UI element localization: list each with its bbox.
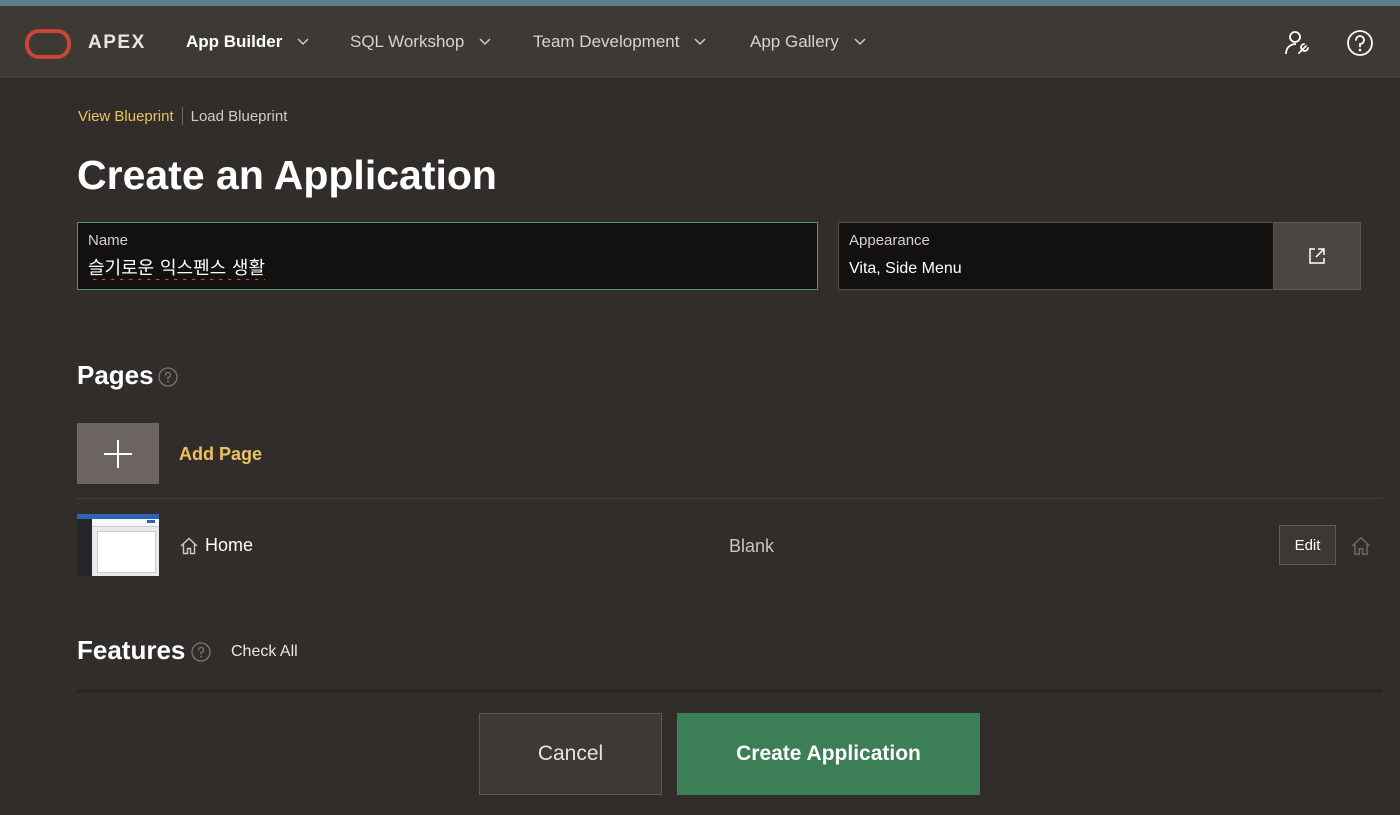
name-label: Name (88, 232, 129, 249)
plus-icon (104, 439, 132, 468)
footer-divider (77, 689, 1382, 693)
create-application-button[interactable]: Create Application (677, 713, 980, 795)
cancel-button[interactable]: Cancel (479, 713, 662, 795)
appearance-value: Vita, Side Menu (849, 260, 962, 277)
add-page-link[interactable]: Add Page (179, 444, 262, 465)
help-circle-icon[interactable] (1345, 28, 1375, 58)
name-field: Name (77, 222, 818, 290)
chevron-down-icon (479, 38, 491, 46)
page-title: Create an Application (77, 152, 497, 198)
check-all-link[interactable]: Check All (231, 643, 298, 661)
page-row-home[interactable]: Home (179, 535, 253, 556)
nav-team-development-label: Team Development (533, 32, 680, 51)
appearance-field[interactable]: Appearance Vita, Side Menu (838, 222, 1274, 290)
chevron-down-icon (694, 38, 706, 46)
divider (77, 498, 1382, 499)
page-thumbnail[interactable] (77, 514, 159, 576)
add-page-button[interactable] (77, 423, 159, 484)
set-home-icon[interactable] (1350, 535, 1372, 557)
blueprint-links: View Blueprint Load Blueprint (78, 107, 287, 125)
link-separator (181, 107, 183, 125)
home-icon (180, 537, 198, 554)
nav-team-development[interactable]: Team Development (533, 32, 707, 52)
nav-app-gallery[interactable]: App Gallery (750, 32, 867, 52)
pages-help-icon[interactable] (158, 367, 178, 387)
appearance-open-button[interactable] (1273, 222, 1361, 290)
oracle-logo-icon[interactable] (25, 29, 71, 59)
nav-app-gallery-label: App Gallery (750, 32, 839, 51)
page-type: Blank (729, 536, 775, 556)
load-blueprint-link[interactable]: Load Blueprint (191, 108, 288, 125)
edit-page-button[interactable]: Edit (1279, 525, 1336, 565)
nav-sql-workshop[interactable]: SQL Workshop (350, 32, 492, 52)
name-input[interactable] (88, 254, 788, 280)
user-wrench-icon[interactable] (1283, 28, 1313, 58)
brand-name[interactable]: APEX (88, 32, 146, 54)
appearance-label: Appearance (849, 232, 930, 249)
pages-section-title: Pages (77, 360, 154, 390)
chevron-down-icon (854, 38, 866, 46)
nav-sql-workshop-label: SQL Workshop (350, 32, 465, 51)
external-link-icon (1309, 248, 1325, 264)
nav-app-builder[interactable]: App Builder (186, 32, 310, 52)
top-navigation-bar: APEX App Builder SQL Workshop Team Devel… (0, 6, 1400, 79)
view-blueprint-link[interactable]: View Blueprint (78, 108, 174, 125)
features-help-icon[interactable] (191, 642, 211, 662)
chevron-down-icon (297, 38, 309, 46)
nav-app-builder-label: App Builder (186, 32, 283, 51)
page-name: Home (205, 535, 254, 555)
features-section-title: Features (77, 635, 186, 665)
